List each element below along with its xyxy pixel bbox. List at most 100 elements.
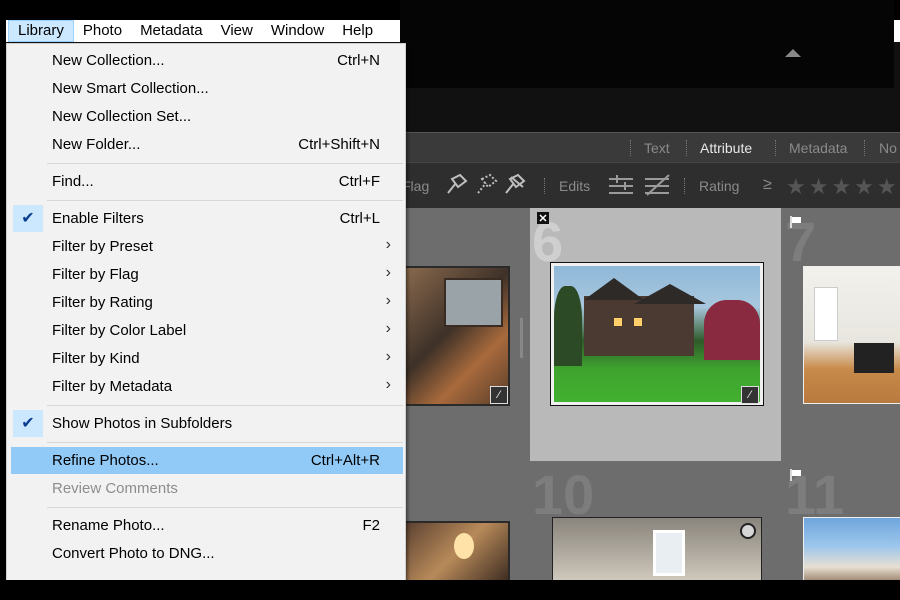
shortcut: Ctrl+Shift+N <box>298 136 380 153</box>
edits-label: Edits <box>559 178 591 194</box>
menu-metadata[interactable]: Metadata <box>131 20 212 42</box>
menu-item-new-collection-set[interactable]: New Collection Set... <box>11 103 403 130</box>
window-shape <box>444 278 503 327</box>
bottom-edge <box>0 580 900 600</box>
photo-grid: ⁄ 6 ⁄ 7 10 11 <box>400 208 900 581</box>
grid-cell[interactable]: 10 <box>530 461 782 581</box>
tab-attribute[interactable]: Attribute <box>700 140 752 156</box>
edit-badge-icon: ⁄ <box>490 386 508 404</box>
menu-item-label: New Folder... <box>52 136 141 153</box>
menu-item-label: Show Photos in Subfolders <box>52 415 233 432</box>
submenu-arrow-icon: › <box>385 292 391 309</box>
menu-item-label: Filter by Kind <box>52 350 140 367</box>
separator <box>544 178 546 194</box>
menu-separator <box>47 200 403 201</box>
separator <box>775 140 777 156</box>
separator <box>686 140 688 156</box>
edits-filter-icons[interactable] <box>607 173 677 199</box>
menu-item-new-smart-collection[interactable]: New Smart Collection... <box>11 75 403 102</box>
badge-circle-icon <box>740 523 756 539</box>
menu-help[interactable]: Help <box>333 20 382 42</box>
tab-metadata[interactable]: Metadata <box>789 140 847 156</box>
edit-badge-icon: ⁄ <box>741 386 759 404</box>
menu-window[interactable]: Window <box>262 20 333 42</box>
house-photo <box>554 266 760 402</box>
photo-thumbnail[interactable] <box>550 262 764 406</box>
menu-item-label: Filter by Metadata <box>52 378 173 395</box>
grid-cell[interactable]: 11 <box>781 461 900 581</box>
shortcut: Ctrl+N <box>337 52 380 69</box>
photo-thumbnail[interactable] <box>402 266 510 406</box>
menu-item-show-photos-in-subfolders[interactable]: ✔ Show Photos in Subfolders <box>11 410 403 437</box>
menu-item-label: New Collection Set... <box>52 108 192 125</box>
table-shape <box>854 343 894 373</box>
shortcut: Ctrl+Alt+R <box>310 452 380 469</box>
light-shape <box>634 318 642 326</box>
menu-separator <box>47 405 403 406</box>
tree-shape <box>554 286 582 366</box>
flag-label: Flag <box>402 178 430 194</box>
photo-thumbnail[interactable] <box>552 517 762 580</box>
submenu-arrow-icon: › <box>385 348 391 365</box>
menu-item-label: Find... <box>52 173 94 190</box>
menu-separator <box>47 163 403 164</box>
menu-item-new-folder[interactable]: New Folder... Ctrl+Shift+N <box>11 131 403 158</box>
photo-thumbnail[interactable] <box>402 521 510 580</box>
menu-item-label: Filter by Color Label <box>52 322 187 339</box>
menu-item-label: Rename Photo... <box>52 517 165 534</box>
menu-view[interactable]: View <box>212 20 262 42</box>
reject-flag-icon[interactable] <box>537 212 549 224</box>
rating-stars[interactable]: ★★★★★ <box>786 174 900 200</box>
separator <box>864 140 866 156</box>
submenu-arrow-icon: › <box>385 320 391 337</box>
menu-item-convert-photo-to-dng[interactable]: Convert Photo to DNG... <box>11 540 403 567</box>
menu-separator <box>47 442 403 443</box>
tab-none[interactable]: No <box>879 140 897 156</box>
menu-item-review-comments: Review Comments <box>11 475 403 502</box>
menu-item-filter-by-preset[interactable]: Filter by Preset › <box>11 233 403 260</box>
tab-text[interactable]: Text <box>644 140 670 156</box>
menu-item-filter-by-rating[interactable]: Filter by Rating › <box>11 289 403 316</box>
scroll-handle[interactable] <box>520 318 523 358</box>
shortcut: Ctrl+L <box>339 210 380 227</box>
menu-item-label: Convert Photo to DNG... <box>52 545 215 562</box>
top-panel <box>400 0 894 88</box>
rating-label: Rating <box>699 178 740 194</box>
photo-thumbnail[interactable] <box>803 266 900 404</box>
flag-filter-icons[interactable] <box>444 171 536 199</box>
collapse-panel-icon[interactable] <box>785 49 801 57</box>
menu-item-enable-filters[interactable]: ✔ Enable Filters Ctrl+L <box>11 205 403 232</box>
menu-library[interactable]: Library <box>8 20 74 42</box>
photo-thumbnail[interactable] <box>803 517 900 580</box>
menu-separator <box>47 507 403 508</box>
separator <box>684 178 686 194</box>
menu-item-filter-by-metadata[interactable]: Filter by Metadata › <box>11 373 403 400</box>
grid-cell[interactable] <box>400 461 531 581</box>
flag-icon[interactable] <box>790 216 802 228</box>
library-filter-tabs: Text Attribute Metadata No <box>400 132 900 163</box>
checkmark-icon: ✔ <box>13 205 43 232</box>
menu-item-filter-by-flag[interactable]: Filter by Flag › <box>11 261 403 288</box>
rating-operator[interactable]: ≥ <box>763 176 772 194</box>
menu-item-refine-photos[interactable]: Refine Photos... Ctrl+Alt+R <box>11 447 403 474</box>
grid-cell[interactable]: 7 <box>781 208 900 462</box>
grid-cell-selected[interactable]: 6 ⁄ <box>530 208 782 462</box>
shortcut: F2 <box>362 517 380 534</box>
flag-icon[interactable] <box>790 469 802 481</box>
menu-item-find[interactable]: Find... Ctrl+F <box>11 168 403 195</box>
window-shape <box>653 530 685 576</box>
lightroom-window: Library Photo Metadata View Window Help … <box>0 0 900 600</box>
grid-cell[interactable]: ⁄ <box>400 208 531 462</box>
cell-number: 10 <box>532 463 595 526</box>
menu-item-label: Filter by Preset <box>52 238 153 255</box>
menu-photo[interactable]: Photo <box>74 20 131 42</box>
menu-item-rename-photo[interactable]: Rename Photo... F2 <box>11 512 403 539</box>
menu-item-new-collection[interactable]: New Collection... Ctrl+N <box>11 47 403 74</box>
separator <box>630 140 632 156</box>
door-shape <box>814 287 838 341</box>
menu-item-filter-by-color-label[interactable]: Filter by Color Label › <box>11 317 403 344</box>
menu-item-label: Review Comments <box>52 480 178 497</box>
menu-item-filter-by-kind[interactable]: Filter by Kind › <box>11 345 403 372</box>
menu-item-label: New Collection... <box>52 52 165 69</box>
library-menu: New Collection... Ctrl+N New Smart Colle… <box>6 43 406 582</box>
